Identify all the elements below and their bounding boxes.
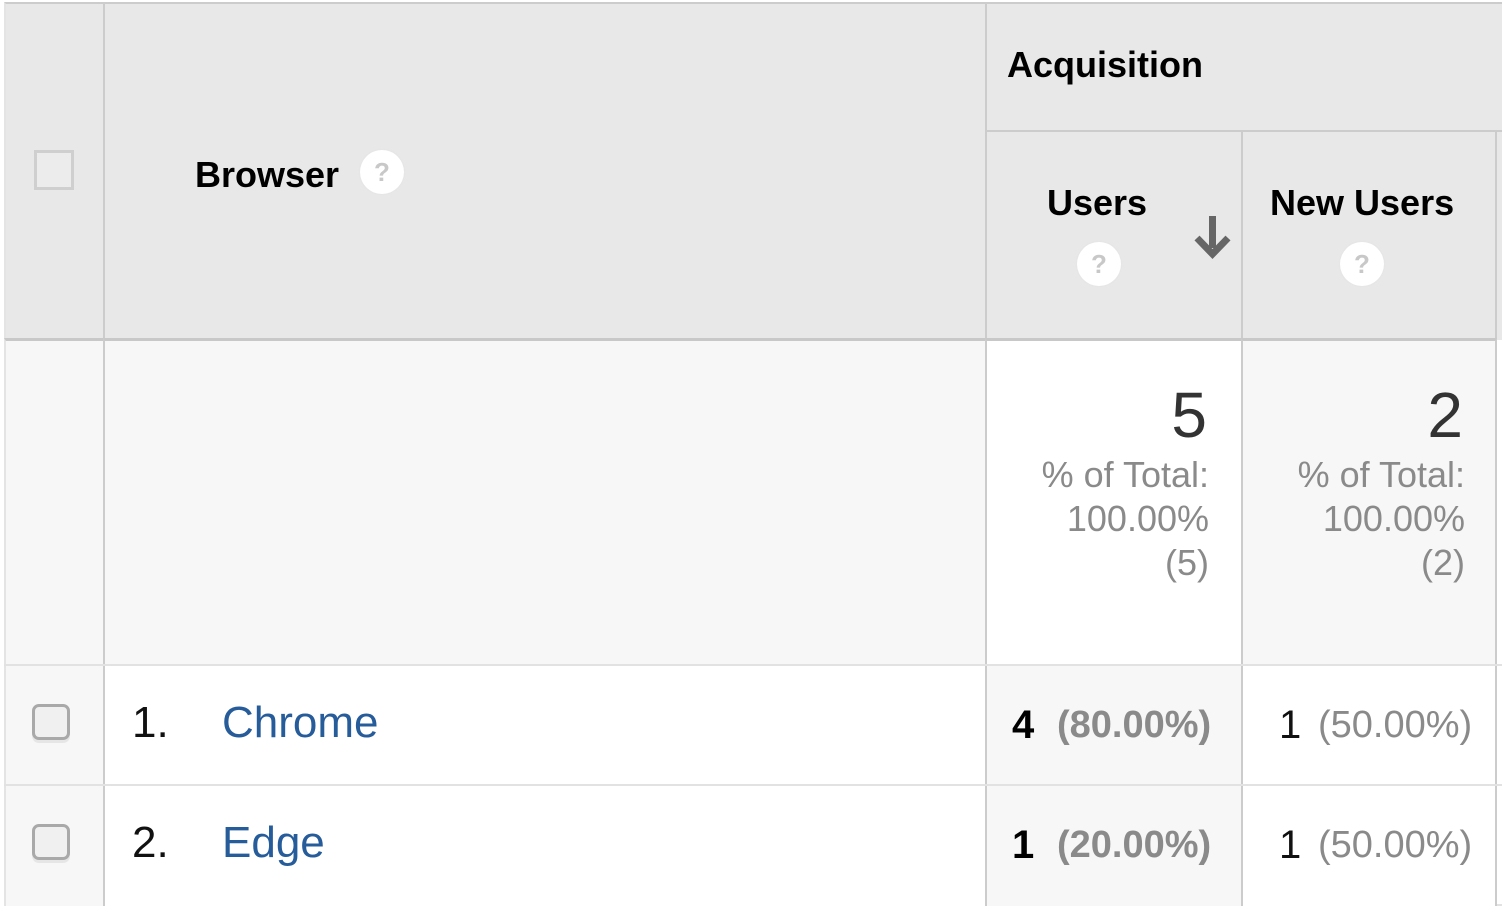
new-users-column-label[interactable]: New Users [1270,182,1454,224]
help-icon[interactable]: ? [360,150,404,194]
row-checkbox-cell [4,786,103,906]
users-value: 1 [1012,823,1035,867]
new-users-pct: (50.00%) [1318,824,1473,866]
header-new-users-cell[interactable]: New Users ? [1241,130,1497,340]
users-pct: (80.00%) [1057,704,1212,746]
help-icon[interactable]: ? [1077,242,1121,286]
total-new-users-total: (2) [1421,542,1465,583]
total-users-value: 5 [1171,379,1207,451]
header-acquisition-group: Acquisition [985,2,1502,132]
report-table: Browser ? Acquisition Users ? New Users … [4,2,1502,906]
row-checkbox[interactable] [32,824,70,860]
total-users-pct-value: 100.00% [1066,498,1209,539]
row-browser-cell: 2. Edge [103,786,985,906]
row-index: 2. [132,818,169,867]
browser-link[interactable]: Edge [222,818,325,868]
header-browser-cell[interactable]: Browser ? [103,2,985,340]
row-checkbox-cell [4,666,103,785]
select-all-checkbox[interactable] [34,150,74,190]
users-value: 4 [1012,703,1035,747]
users-pct: (20.00%) [1057,824,1212,866]
row-new-users-cell: 1 (50.00%) [1241,786,1497,906]
row-new-users-cell: 1 (50.00%) [1241,666,1497,785]
totals-browser-cell [103,338,985,666]
table-row: 1. Chrome 4 (80.00%) 1 (50.00%) [4,664,1502,785]
row-checkbox[interactable] [32,704,70,740]
browser-link[interactable]: Chrome [222,698,379,748]
table-row: 2. Edge 1 (20.00%) 1 (50.00%) [4,784,1502,906]
total-users-total: (5) [1165,542,1209,583]
total-new-users-pct-label: % of Total: [1297,454,1465,495]
header-checkbox-cell [4,2,103,340]
browser-column-label[interactable]: Browser [195,154,339,196]
header-overflow [1497,130,1502,340]
row-index: 1. [132,698,169,747]
totals-checkbox-cell [4,338,103,666]
row-users-cell: 1 (20.00%) [985,786,1241,906]
row-users-cell: 4 (80.00%) [985,666,1241,785]
new-users-pct: (50.00%) [1318,704,1473,746]
total-new-users-value: 2 [1427,379,1463,451]
totals-new-users-cell: 2 % of Total: 100.00% (2) [1241,338,1497,666]
totals-users-cell: 5 % of Total: 100.00% (5) [985,338,1241,666]
users-column-label[interactable]: Users [1047,182,1147,224]
total-users-pct-label: % of Total: [1041,454,1209,495]
header-users-cell[interactable]: Users ? [985,130,1241,340]
new-users-value: 1 [1279,823,1302,867]
sort-descending-icon[interactable] [1193,216,1233,260]
total-new-users-pct-value: 100.00% [1322,498,1465,539]
acquisition-group-label: Acquisition [1007,44,1203,85]
new-users-value: 1 [1279,703,1302,747]
row-browser-cell: 1. Chrome [103,666,985,785]
help-icon[interactable]: ? [1340,242,1384,286]
